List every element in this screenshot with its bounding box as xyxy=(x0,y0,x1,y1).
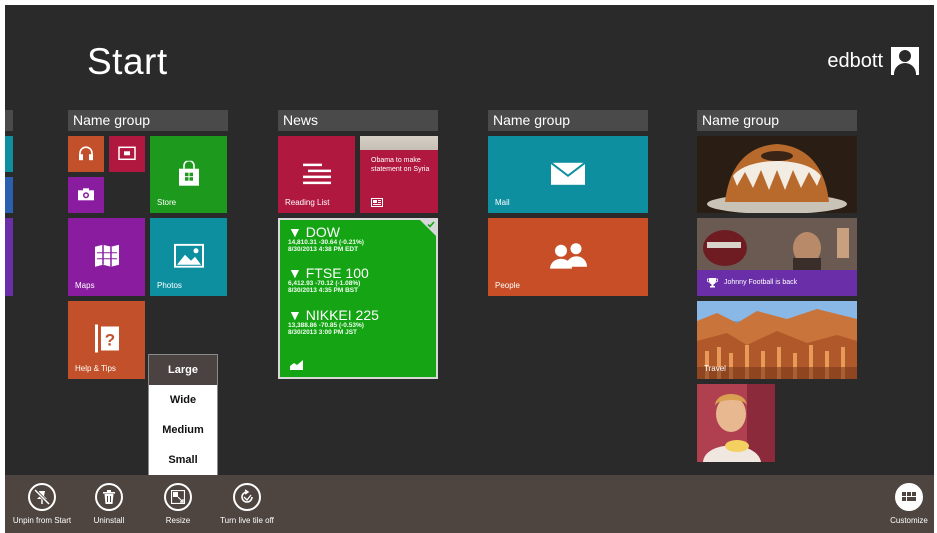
user-name: edbott xyxy=(827,49,883,72)
tile-finance[interactable]: ▼ DOW 14,810.31 -30.64 (-0.21%) 8/30/201… xyxy=(278,218,438,379)
app-bar: Unpin from Start Uninstall Resize Turn l… xyxy=(5,475,934,533)
group-label-4[interactable]: Name group xyxy=(697,110,857,131)
trash-icon xyxy=(95,483,123,511)
customize-button[interactable]: Customize xyxy=(887,483,931,525)
group-label-3[interactable]: Name group xyxy=(488,110,648,131)
resize-option-wide[interactable]: Wide xyxy=(149,385,217,415)
group-label-news[interactable]: News xyxy=(278,110,438,131)
camera-icon xyxy=(78,188,94,201)
finance-ftse-change: 6,412.93 -70.12 (-1.08%) xyxy=(288,280,361,287)
tile-people-label: People xyxy=(495,281,520,290)
video-icon xyxy=(118,146,136,161)
tile-mail[interactable]: Mail xyxy=(488,136,648,213)
unpin-label: Unpin from Start xyxy=(12,516,72,525)
cake-photo xyxy=(697,136,857,213)
resize-option-small[interactable]: Small xyxy=(149,445,217,475)
tile-partial-3[interactable] xyxy=(5,218,13,296)
tile-sports[interactable]: Johnny Football is back xyxy=(697,218,857,296)
unpin-icon xyxy=(28,483,56,511)
page-title: Start xyxy=(87,41,168,82)
tile-photo-people[interactable] xyxy=(697,384,775,462)
finance-nikkei-name: ▼ NIKKEI 225 xyxy=(288,307,379,323)
mail-icon xyxy=(550,161,586,185)
sports-photo xyxy=(697,218,857,270)
tile-travel[interactable]: Travel xyxy=(697,301,857,379)
finance-nikkei-change: 13,388.86 -70.85 (-0.53%) xyxy=(288,322,364,329)
resize-option-medium[interactable]: Medium xyxy=(149,415,217,445)
finance-dow-name: ▼ DOW xyxy=(288,224,340,240)
tile-photos[interactable]: Photos xyxy=(150,218,227,296)
start-screen: Start edbott Name group Store Maps Photo… xyxy=(5,5,934,533)
tile-help-tips[interactable]: ? Help & Tips xyxy=(68,301,145,379)
help-icon: ? xyxy=(94,324,119,353)
resize-option-large[interactable]: Large xyxy=(149,355,217,385)
finance-entry-dow: ▼ DOW 14,810.31 -30.64 (-0.21%) 8/30/201… xyxy=(288,224,364,253)
tile-news-headline[interactable]: Obama to make statement on Syria xyxy=(360,136,438,213)
finance-dow-change: 14,810.31 -30.64 (-0.21%) xyxy=(288,239,364,246)
tile-photo-cake[interactable] xyxy=(697,136,857,213)
finance-chart-icon xyxy=(290,360,303,370)
group-label-1[interactable]: Name group xyxy=(68,110,228,131)
uninstall-label: Uninstall xyxy=(93,516,125,525)
reading-list-icon xyxy=(302,163,331,184)
tile-camera[interactable] xyxy=(68,177,104,213)
finance-ftse-name: ▼ FTSE 100 xyxy=(288,265,369,281)
tile-reading-list[interactable]: Reading List xyxy=(278,136,355,213)
finance-ftse-time: 8/30/2013 4:35 PM BST xyxy=(288,287,359,294)
uninstall-button[interactable]: Uninstall xyxy=(87,483,131,525)
finance-dow-time: 8/30/2013 4:38 PM EDT xyxy=(288,246,359,253)
tile-partial-1[interactable] xyxy=(5,136,13,172)
tile-music[interactable] xyxy=(68,136,104,172)
map-icon xyxy=(94,244,119,267)
tile-people[interactable]: People xyxy=(488,218,648,296)
tile-video[interactable] xyxy=(109,136,145,172)
tile-maps[interactable]: Maps xyxy=(68,218,145,296)
user-avatar-icon xyxy=(891,47,919,75)
tile-travel-label: Travel xyxy=(704,364,726,373)
finance-entry-ftse: ▼ FTSE 100 6,412.93 -70.12 (-1.08%) 8/30… xyxy=(288,265,369,294)
live-tile-icon xyxy=(233,483,261,511)
news-icon xyxy=(371,198,383,207)
tile-photos-label: Photos xyxy=(157,281,182,290)
tile-partial-2[interactable] xyxy=(5,177,13,213)
people-photo xyxy=(697,384,775,462)
live-tile-label: Turn live tile off xyxy=(220,516,274,525)
customize-label: Customize xyxy=(890,516,928,525)
group-label-partial xyxy=(5,110,13,131)
people-icon xyxy=(550,243,587,269)
live-tile-toggle-button[interactable]: Turn live tile off xyxy=(213,483,281,525)
sports-headline: Johnny Football is back xyxy=(724,279,798,286)
tile-mail-label: Mail xyxy=(495,198,510,207)
news-photo-strip xyxy=(360,136,438,150)
store-bag-icon xyxy=(178,160,199,186)
customize-icon xyxy=(895,483,923,511)
resize-icon xyxy=(164,483,192,511)
user-account[interactable]: edbott xyxy=(827,47,919,75)
resize-label: Resize xyxy=(165,516,191,525)
finance-entry-nikkei: ▼ NIKKEI 225 13,388.86 -70.85 (-0.53%) 8… xyxy=(288,307,379,336)
resize-menu: Large Wide Medium Small xyxy=(148,354,218,476)
finance-nikkei-time: 8/30/2013 3:00 PM JST xyxy=(288,329,358,336)
unpin-button[interactable]: Unpin from Start xyxy=(9,483,75,525)
tile-maps-label: Maps xyxy=(75,281,95,290)
news-headline-text: Obama to make statement on Syria xyxy=(371,157,430,173)
svg-text:?: ? xyxy=(104,331,114,350)
resize-button[interactable]: Resize xyxy=(156,483,200,525)
tile-reading-list-label: Reading List xyxy=(285,198,330,207)
checkmark-icon xyxy=(427,221,435,228)
headphones-icon xyxy=(79,146,93,161)
tile-store[interactable]: Store xyxy=(150,136,227,213)
photos-icon xyxy=(173,243,204,268)
trophy-icon xyxy=(707,278,718,288)
tile-store-label: Store xyxy=(157,198,177,207)
tile-help-label: Help & Tips xyxy=(75,364,116,373)
